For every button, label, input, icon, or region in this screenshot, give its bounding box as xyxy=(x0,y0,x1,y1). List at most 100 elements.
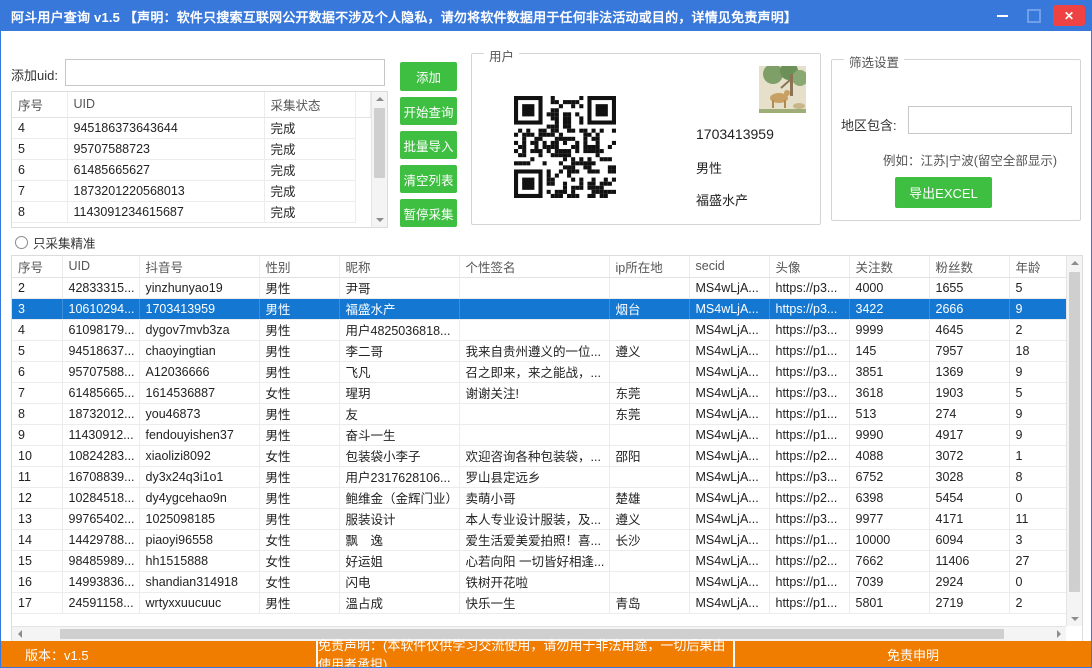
table-cell[interactable]: 我来自贵州遵义的一位... xyxy=(459,340,609,361)
table-cell[interactable]: wrtyxxuucuuc xyxy=(139,592,259,613)
table-cell[interactable]: 1 xyxy=(1009,445,1069,466)
table-row[interactable]: 594518637...chaoyingtian男性李二哥我来自贵州遵义的一位.… xyxy=(12,340,1069,361)
table-cell[interactable]: 11 xyxy=(12,466,62,487)
table-cell[interactable] xyxy=(609,571,689,592)
table-cell[interactable]: 0 xyxy=(1009,487,1069,508)
table-cell[interactable]: 10284518... xyxy=(62,487,139,508)
table-cell[interactable]: 6752 xyxy=(849,466,929,487)
precise-only-radio[interactable]: 只采集精准 xyxy=(15,233,96,252)
table-row[interactable]: 695707588...A12036666男性飞凡召之即来，来之能战，...MS… xyxy=(12,361,1069,382)
table-cell[interactable]: 爱生活爱美爱拍照！喜... xyxy=(459,529,609,550)
region-input[interactable] xyxy=(908,106,1072,134)
table-cell[interactable]: 61485665... xyxy=(62,382,139,403)
scroll-thumb[interactable] xyxy=(374,108,385,178)
col-nickname[interactable]: 昵称 xyxy=(339,256,459,277)
col-index[interactable]: 序号 xyxy=(12,256,62,277)
table-row[interactable]: 1116708839...dy3x24q3i1o1男性用户2317628106.… xyxy=(12,466,1069,487)
table-cell[interactable]: 274 xyxy=(929,403,1009,424)
table-cell[interactable] xyxy=(459,298,609,319)
table-cell[interactable]: yinzhunyao19 xyxy=(139,277,259,298)
table-cell[interactable]: 快乐一生 xyxy=(459,592,609,613)
table-cell[interactable]: 男性 xyxy=(259,361,339,382)
table-cell[interactable]: 10610294... xyxy=(62,298,139,319)
table-cell[interactable]: 完成 xyxy=(264,159,355,180)
table-cell[interactable]: shandian314918 xyxy=(139,571,259,592)
table-cell[interactable]: 女性 xyxy=(259,382,339,403)
table-cell[interactable]: MS4wLjA... xyxy=(689,319,769,340)
table-row[interactable]: 1724591158...wrtyxxuucuuc男性溫占成快乐一生青岛MS4w… xyxy=(12,592,1069,613)
col-age[interactable]: 年龄 xyxy=(1009,256,1069,277)
table-cell[interactable]: MS4wLjA... xyxy=(689,298,769,319)
table-cell[interactable]: 召之即来，来之能战，... xyxy=(459,361,609,382)
table-cell[interactable]: https://p2... xyxy=(769,445,849,466)
table-cell[interactable]: MS4wLjA... xyxy=(689,445,769,466)
table-row[interactable]: 761485665...1614536887女性瑆玥谢谢关注!东莞MS4wLjA… xyxy=(12,382,1069,403)
table-row[interactable]: 461098179...dygov7mvb3za男性用户4825036818..… xyxy=(12,319,1069,340)
table-cell[interactable]: MS4wLjA... xyxy=(689,550,769,571)
col-following[interactable]: 关注数 xyxy=(849,256,929,277)
table-cell[interactable]: 8 xyxy=(1009,466,1069,487)
table-cell[interactable]: 5454 xyxy=(929,487,1009,508)
table-cell[interactable]: 长沙 xyxy=(609,529,689,550)
table-cell[interactable]: 谢谢关注! xyxy=(459,382,609,403)
table-cell[interactable]: MS4wLjA... xyxy=(689,340,769,361)
table-cell[interactable]: MS4wLjA... xyxy=(689,466,769,487)
table-row[interactable]: 1210284518...dy4ygcehao9n男性鲍维金（金辉门业）卖萌小哥… xyxy=(12,487,1069,508)
table-cell[interactable]: 13 xyxy=(12,508,62,529)
table-cell[interactable]: https://p1... xyxy=(769,529,849,550)
table-cell[interactable]: 10000 xyxy=(849,529,929,550)
table-cell[interactable]: 友 xyxy=(339,403,459,424)
table-cell[interactable]: 9 xyxy=(1009,403,1069,424)
table-cell[interactable] xyxy=(459,424,609,445)
table-cell[interactable]: dy3x24q3i1o1 xyxy=(139,466,259,487)
table-cell[interactable]: 94518637... xyxy=(62,340,139,361)
table-cell[interactable]: 用户2317628106... xyxy=(339,466,459,487)
table-cell[interactable]: 15 xyxy=(12,550,62,571)
table-cell[interactable]: 7957 xyxy=(929,340,1009,361)
table-cell[interactable]: MS4wLjA... xyxy=(689,571,769,592)
table-cell[interactable] xyxy=(609,319,689,340)
table-cell[interactable]: 楚雄 xyxy=(609,487,689,508)
table-cell[interactable]: 7 xyxy=(12,382,62,403)
table-cell[interactable]: 2666 xyxy=(929,298,1009,319)
table-row[interactable]: 71873201220568013完成 xyxy=(12,180,371,201)
table-cell[interactable]: 男性 xyxy=(259,298,339,319)
table-cell[interactable]: 7 xyxy=(12,180,67,201)
table-cell[interactable]: 卖萌小哥 xyxy=(459,487,609,508)
scroll-down-icon[interactable] xyxy=(1067,612,1082,626)
table-cell[interactable]: https://p1... xyxy=(769,340,849,361)
table-cell[interactable]: 遵义 xyxy=(609,508,689,529)
table-cell[interactable]: fendouyishen37 xyxy=(139,424,259,445)
col-gender[interactable]: 性别 xyxy=(259,256,339,277)
table-cell[interactable]: 9999 xyxy=(849,319,929,340)
table-cell[interactable]: 男性 xyxy=(259,403,339,424)
table-cell[interactable] xyxy=(609,277,689,298)
table-cell[interactable]: 18 xyxy=(1009,340,1069,361)
table-cell[interactable]: MS4wLjA... xyxy=(689,592,769,613)
table-cell[interactable]: dygov7mvb3za xyxy=(139,319,259,340)
table-cell[interactable]: 4645 xyxy=(929,319,1009,340)
table-cell[interactable]: 145 xyxy=(849,340,929,361)
table-cell[interactable]: you46873 xyxy=(139,403,259,424)
table-cell[interactable]: 心若向阳 一切皆好相逢... xyxy=(459,550,609,571)
table-cell[interactable]: 5 xyxy=(12,340,62,361)
minimize-button[interactable] xyxy=(989,5,1015,26)
table-cell[interactable]: https://p3... xyxy=(769,361,849,382)
table-cell[interactable]: 李二哥 xyxy=(339,340,459,361)
table-cell[interactable]: 99765402... xyxy=(62,508,139,529)
table-cell[interactable]: 欢迎咨询各种包装袋，... xyxy=(459,445,609,466)
table-cell[interactable]: 男性 xyxy=(259,340,339,361)
table-cell[interactable]: 用户4825036818... xyxy=(339,319,459,340)
table-cell[interactable]: 福盛水产 xyxy=(339,298,459,319)
radio-circle-icon[interactable] xyxy=(15,236,28,249)
table-cell[interactable]: 尹哥 xyxy=(339,277,459,298)
table-cell[interactable]: 1703413959 xyxy=(139,298,259,319)
uid-col-uid[interactable]: UID xyxy=(67,92,264,117)
table-cell[interactable]: 男性 xyxy=(259,277,339,298)
table-cell[interactable]: https://p3... xyxy=(769,277,849,298)
table-cell[interactable]: 1143091234615687 xyxy=(67,201,264,222)
table-cell[interactable] xyxy=(459,277,609,298)
col-avatar[interactable]: 头像 xyxy=(769,256,849,277)
table-cell[interactable]: 95707588723 xyxy=(67,138,264,159)
table-cell[interactable]: 0 xyxy=(1009,571,1069,592)
